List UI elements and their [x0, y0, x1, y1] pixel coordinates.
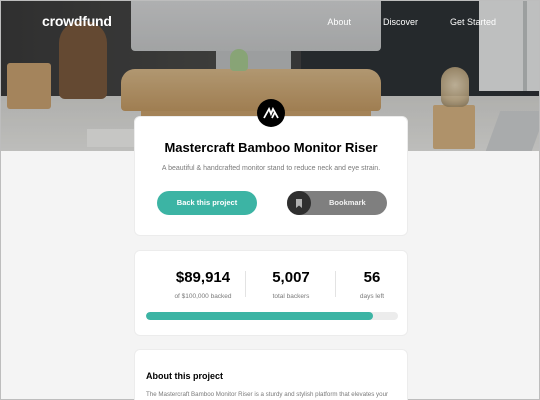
stat-raised: $89,914 of $100,000 backed: [153, 269, 253, 300]
mastercraft-logo-glyph: [263, 107, 279, 119]
mastercraft-logo-icon: [257, 99, 285, 127]
main-nav: About Discover Get Started: [327, 17, 496, 27]
stat-days: 56 days left: [342, 269, 402, 300]
stat-backers: 5,007 total backers: [254, 269, 328, 300]
back-project-button[interactable]: Back this project: [157, 191, 257, 215]
stat-days-value: 56: [363, 269, 381, 286]
stats-card: $89,914 of $100,000 backed 5,007 total b…: [134, 250, 408, 336]
stats-divider: [335, 271, 336, 297]
nav-discover[interactable]: Discover: [383, 17, 418, 27]
project-title: Mastercraft Bamboo Monitor Riser: [164, 140, 378, 155]
stat-backers-label: total backers: [272, 293, 310, 300]
stat-backers-value: 5,007: [272, 269, 310, 286]
stat-days-label: days left: [359, 293, 385, 300]
bookmark-glyph: [296, 198, 302, 208]
bookmark-button[interactable]: Bookmark: [287, 191, 387, 215]
project-description: A beautiful & handcrafted monitor stand …: [161, 165, 381, 172]
about-text: The Mastercraft Bamboo Monitor Riser is …: [146, 391, 389, 398]
bookmark-icon: [287, 191, 311, 215]
funding-progress-bar: [146, 312, 398, 320]
brand-logo[interactable]: crowdfund: [42, 13, 112, 29]
stat-raised-label: of $100,000 backed: [174, 293, 232, 300]
nav-get-started[interactable]: Get Started: [450, 17, 496, 27]
about-title: About this project: [146, 371, 223, 381]
project-card: Mastercraft Bamboo Monitor Riser A beaut…: [134, 116, 408, 236]
stat-raised-value: $89,914: [175, 269, 231, 286]
about-card: About this project The Mastercraft Bambo…: [134, 349, 408, 400]
funding-progress-fill: [146, 312, 373, 320]
stats-divider: [245, 271, 246, 297]
nav-about[interactable]: About: [327, 17, 351, 27]
bookmark-label: Bookmark: [329, 198, 366, 207]
